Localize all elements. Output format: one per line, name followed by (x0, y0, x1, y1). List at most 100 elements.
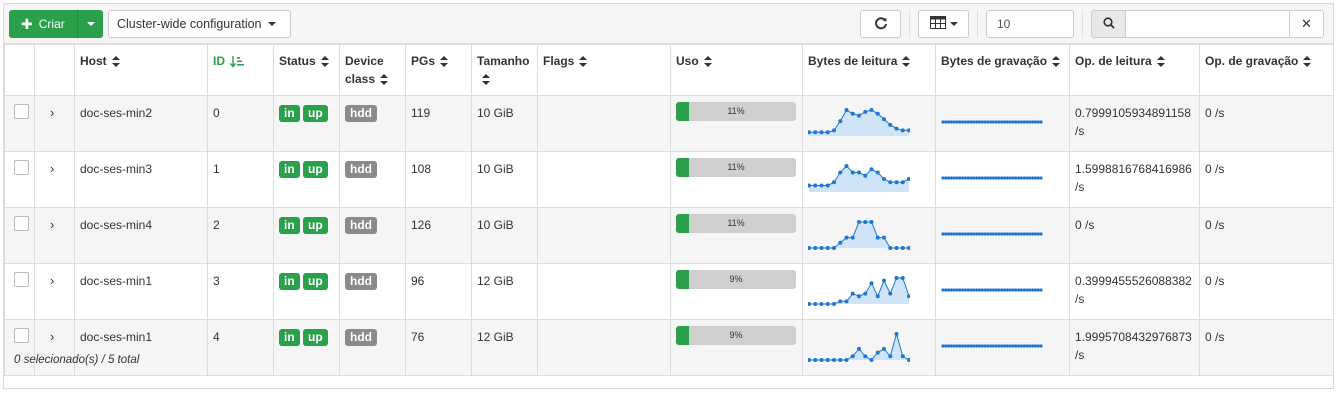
sparkline-point (969, 176, 973, 180)
usage-progress-bar: 9% (676, 326, 796, 345)
write-ops-cell: 0 /s (1199, 319, 1334, 376)
sparkline-point (1033, 176, 1037, 180)
create-dropdown-toggle[interactable] (77, 10, 103, 38)
table-row[interactable]: › doc-ses-min4 2 in up hdd 126 10 GiB 11% 0 /s 0 … (4, 207, 1334, 264)
sparkline-point (994, 120, 998, 124)
toolbar-divider (1082, 10, 1083, 38)
table-row[interactable]: › doc-ses-min3 1 in up hdd 108 10 GiB 11% 1.5998… (4, 151, 1334, 208)
table-toolbar: ✚ Criar Cluster-wide configuration 10 ✕ (4, 4, 1333, 44)
row-checkbox[interactable] (14, 104, 29, 119)
write-bytes-cell (935, 95, 1070, 152)
create-button-main[interactable]: ✚ Criar (9, 10, 77, 38)
clear-search-button[interactable]: ✕ (1289, 10, 1324, 38)
status-up-badge: up (303, 273, 328, 290)
sparkline-point (989, 232, 993, 236)
sparkline-point (844, 235, 849, 240)
sparkline-point (813, 302, 818, 306)
col-read-bytes[interactable]: Bytes de leitura (802, 44, 936, 96)
col-pgs[interactable]: PGs (405, 44, 472, 96)
row-expand-cell[interactable]: › (34, 319, 75, 376)
sparkline-point (972, 120, 976, 124)
sparkline-point (900, 276, 905, 280)
sparkline-point (857, 113, 861, 118)
col-write-bytes[interactable]: Bytes de gravação (935, 44, 1070, 96)
sparkline-point (952, 344, 956, 348)
row-select-cell[interactable] (4, 319, 35, 376)
sparkline-point (1005, 176, 1009, 180)
page-size-input[interactable]: 10 (986, 10, 1074, 38)
row-checkbox[interactable] (14, 216, 29, 231)
status-cell: in up (273, 263, 340, 320)
row-expand-cell[interactable]: › (34, 263, 75, 320)
col-status[interactable]: Status (273, 44, 340, 96)
chevron-right-icon[interactable]: › (40, 105, 54, 120)
sparkline-point (986, 232, 990, 236)
write-bytes-sparkline (941, 344, 1043, 348)
sparkline-point (1033, 232, 1037, 236)
row-select-cell[interactable] (4, 151, 35, 208)
table-row[interactable]: › doc-ses-min2 0 in up hdd 119 10 GiB 11% 0.7999… (4, 95, 1334, 152)
sparkline-point (980, 344, 984, 348)
device-class-badge: hdd (345, 105, 377, 122)
pgs-cell: 119 (405, 95, 472, 152)
cluster-config-dropdown[interactable]: Cluster-wide configuration (108, 10, 291, 38)
search-input[interactable] (1125, 10, 1290, 38)
col-usage-label: Uso (676, 54, 699, 68)
sparkline-point (1025, 176, 1029, 180)
sparkline-point (1033, 120, 1037, 124)
sparkline-point (1017, 176, 1021, 180)
row-expand-cell[interactable]: › (34, 151, 75, 208)
row-select-cell[interactable] (4, 95, 35, 152)
sparkline-point (1017, 232, 1021, 236)
row-expand-cell[interactable]: › (34, 207, 75, 264)
usage-progress-text: 11% (727, 106, 745, 116)
create-button[interactable]: ✚ Criar (9, 10, 103, 38)
col-device-class[interactable]: Device class (339, 44, 406, 96)
status-cell: in up (273, 319, 340, 376)
usage-progress-bar: 11% (676, 158, 796, 177)
chevron-right-icon[interactable]: › (40, 273, 54, 288)
sparkline-point (1028, 176, 1032, 180)
row-checkbox[interactable] (14, 272, 29, 287)
select-all-header (4, 44, 35, 96)
host-cell: doc-ses-min3 (74, 151, 208, 208)
row-checkbox[interactable] (14, 160, 29, 175)
col-size[interactable]: Tamanho (471, 44, 538, 96)
col-id[interactable]: ID (207, 44, 274, 96)
sparkline-point (857, 294, 861, 299)
chevron-right-icon[interactable]: › (40, 161, 54, 176)
table-row[interactable]: › doc-ses-min1 3 in up hdd 96 12 GiB 9% 0.399945… (4, 263, 1334, 320)
usage-cell: 11% (670, 95, 803, 152)
chevron-right-icon[interactable]: › (40, 329, 54, 344)
row-select-cell[interactable] (4, 207, 35, 264)
sparkline-point (875, 294, 880, 299)
usage-cell: 9% (670, 263, 803, 320)
column-toggle-button[interactable] (918, 10, 969, 38)
row-expand-cell[interactable]: › (34, 95, 75, 152)
sparkline-point (1019, 120, 1023, 124)
sparkline-point (838, 358, 843, 362)
write-bytes-cell (935, 319, 1070, 376)
row-checkbox[interactable] (14, 328, 29, 343)
sparkline-point (1000, 288, 1004, 292)
status-cell: in up (273, 95, 340, 152)
sparkline-point (900, 246, 905, 250)
col-write-ops[interactable]: Op. de gravação (1199, 44, 1334, 96)
col-host[interactable]: Host (74, 44, 208, 96)
flags-cell (537, 263, 671, 320)
sparkline-point (955, 288, 959, 292)
cluster-config-label: Cluster-wide configuration (117, 17, 262, 31)
refresh-button[interactable] (860, 10, 901, 38)
col-flags[interactable]: Flags (537, 44, 671, 96)
col-read-ops[interactable]: Op. de leitura (1069, 44, 1200, 96)
row-select-cell[interactable] (4, 263, 35, 320)
table-row[interactable]: › doc-ses-min1 4 in up hdd 76 12 GiB 9% 1.999570… (4, 319, 1334, 376)
sparkline-point (1028, 288, 1032, 292)
col-usage[interactable]: Uso (670, 44, 803, 96)
sparkline-point (875, 111, 880, 116)
read-bytes-sparkline (807, 276, 911, 306)
selection-summary: 0 selecionado(s) / 5 total (14, 354, 140, 366)
chevron-right-icon[interactable]: › (40, 217, 54, 232)
sparkline-point (963, 344, 967, 348)
usage-progress-text: 9% (729, 330, 743, 340)
